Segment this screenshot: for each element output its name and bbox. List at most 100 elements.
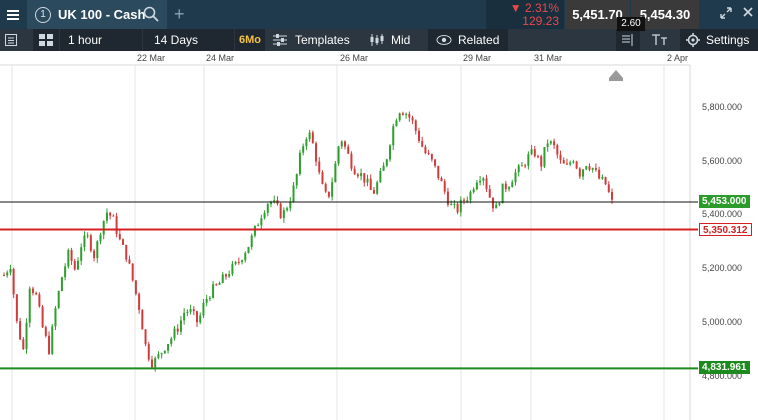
candle-down xyxy=(350,153,353,169)
candle-down xyxy=(237,261,240,263)
candle-down xyxy=(414,120,417,131)
candle-up xyxy=(450,204,453,206)
candle-down xyxy=(456,203,459,213)
candle-down xyxy=(321,172,324,184)
candle-up xyxy=(382,165,385,171)
candle-down xyxy=(604,177,607,185)
y-label-5000: 5,000.000 xyxy=(702,317,743,327)
candle-up xyxy=(186,311,189,313)
candle-up xyxy=(67,249,70,267)
candle-up xyxy=(527,154,530,166)
candle-down xyxy=(311,132,314,144)
candle-down xyxy=(115,216,118,234)
period-label: 14 Days xyxy=(154,33,199,47)
add-tab-button[interactable]: + xyxy=(174,4,185,25)
candle-up xyxy=(530,149,533,155)
y-label-5200: 5,200.000 xyxy=(702,263,743,273)
candle-up xyxy=(234,261,237,264)
period-select[interactable]: 14 Days xyxy=(143,29,234,51)
candle-down xyxy=(443,181,446,192)
settings-label: Settings xyxy=(706,33,750,47)
scroll-marker-icon[interactable] xyxy=(609,70,623,81)
candle-down xyxy=(607,184,610,193)
candle-up xyxy=(244,253,247,261)
candle-up xyxy=(569,162,572,165)
candle-up xyxy=(228,274,231,277)
candle-down xyxy=(611,192,613,200)
candle-up xyxy=(453,203,456,205)
change-percent: ▼ 2.31% xyxy=(509,1,559,15)
candle-down xyxy=(437,165,440,178)
candle-down xyxy=(553,141,556,146)
candle-up xyxy=(511,182,514,188)
menu-icon xyxy=(7,9,19,20)
panel-icon xyxy=(622,34,633,46)
candle-up xyxy=(366,178,369,183)
current-price-tag: 5,453.000 xyxy=(699,195,750,208)
grid-button[interactable] xyxy=(33,29,59,51)
price-type-button[interactable]: Mid xyxy=(370,29,420,51)
candle-up xyxy=(160,353,163,355)
close-icon[interactable] xyxy=(742,6,754,20)
candle-down xyxy=(141,309,144,330)
candle-up xyxy=(263,212,266,219)
candle-up xyxy=(475,182,478,190)
text-size-button[interactable] xyxy=(648,29,672,51)
candle-up xyxy=(96,241,99,259)
list-icon xyxy=(5,34,17,46)
candle-up xyxy=(231,263,234,275)
candle-up xyxy=(250,235,253,247)
interval-select[interactable]: 1 hour xyxy=(60,29,142,51)
candle-up xyxy=(173,328,176,339)
price-chart[interactable]: 22 Mar 24 Mar 26 Mar 29 Mar 31 Mar 2 Apr… xyxy=(0,51,758,420)
candle-up xyxy=(572,161,575,163)
candle-down xyxy=(138,293,141,310)
candle-down xyxy=(524,165,527,167)
instrument-tab[interactable]: 1 UK 100 - Cash xyxy=(27,0,167,29)
search-icon[interactable] xyxy=(143,6,159,22)
candle-down xyxy=(421,140,424,147)
candle-down xyxy=(73,260,76,270)
candle-up xyxy=(585,166,588,170)
candle-down xyxy=(125,244,128,260)
chart-type-button[interactable] xyxy=(5,29,25,51)
candle-up xyxy=(170,338,173,345)
expand-icon[interactable] xyxy=(719,6,733,20)
gear-icon xyxy=(686,33,700,47)
chart-toolbar: 1 hour 14 Days 6Mo Templates Mid Related… xyxy=(0,29,758,51)
templates-button[interactable]: Templates xyxy=(273,29,363,51)
hamburger-menu-button[interactable] xyxy=(0,0,26,29)
candle-up xyxy=(479,180,482,183)
timeframe-badge[interactable]: 6Mo xyxy=(235,29,265,51)
candle-down xyxy=(48,335,51,354)
candle-down xyxy=(176,328,179,332)
related-label: Related xyxy=(458,33,500,47)
candle-down xyxy=(192,309,195,312)
candle-up xyxy=(340,141,343,147)
candle-down xyxy=(327,191,330,197)
panel-button[interactable] xyxy=(616,29,640,51)
candle-down xyxy=(430,154,433,160)
candle-up xyxy=(241,260,244,263)
candle-down xyxy=(343,141,346,147)
resistance-price-tag: 5,350.312 xyxy=(699,223,752,236)
candle-down xyxy=(556,145,559,155)
candle-down xyxy=(588,166,591,170)
related-button[interactable]: Related xyxy=(428,29,508,51)
candle-up xyxy=(163,350,166,354)
candle-down xyxy=(440,177,443,182)
candle-down xyxy=(575,161,578,169)
candle-up xyxy=(337,146,340,164)
settings-button[interactable]: Settings xyxy=(680,29,758,51)
candle-up xyxy=(179,320,182,332)
text-size-icon xyxy=(652,34,667,45)
candlesticks xyxy=(3,111,613,372)
candle-down xyxy=(408,113,411,118)
candle-down xyxy=(324,183,327,192)
candle-up xyxy=(253,225,256,236)
candle-up xyxy=(543,147,546,167)
candle-down xyxy=(411,117,414,121)
grid-icon xyxy=(39,34,53,46)
candle-down xyxy=(196,311,199,323)
candle-up xyxy=(582,169,585,177)
